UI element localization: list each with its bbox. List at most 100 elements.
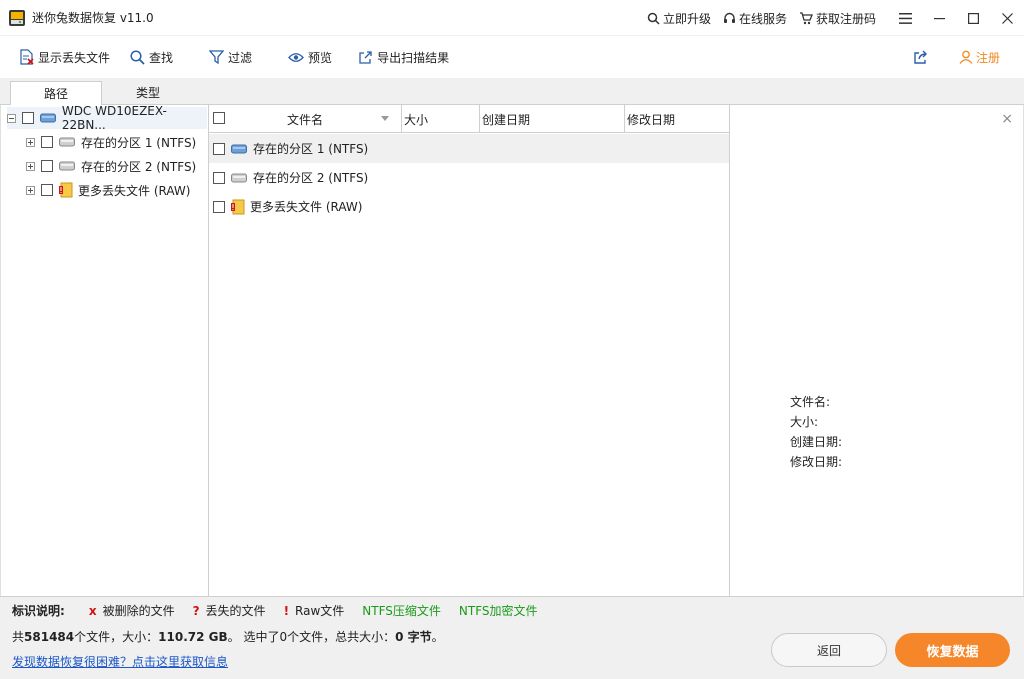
list-item-checkbox[interactable] [213,171,225,184]
list-item[interactable]: 存在的分区 2 (NTFS) [209,163,729,192]
list-item-name: 存在的分区 1 (NTFS) [253,142,369,156]
tree-root-checkbox[interactable] [21,112,34,124]
hamburger-icon [898,12,912,24]
share-icon [914,50,927,64]
tree-item-checkbox[interactable] [41,160,53,172]
summary-selected-mid: 个文件，总共大小： [287,630,396,644]
column-size[interactable]: 大小 [402,105,480,133]
legend-lost-label: 丢失的文件 [205,604,266,618]
register-button[interactable]: 注册 [959,49,1000,66]
expand-icon[interactable] [26,137,35,147]
get-code-label: 获取注册码 [815,11,876,26]
selected-count: 0 [279,630,288,644]
list-item[interactable]: 更多丢失文件 (RAW) [209,192,729,221]
properties-panel: × 文件名: 大小: 创建日期: 修改日期: [730,105,1024,596]
show-lost-files-label: 显示丢失文件 [38,50,111,65]
close-preview-icon[interactable]: × [1001,111,1013,127]
prop-created-label: 创建日期: [790,435,843,449]
prop-modified-label: 修改日期: [790,455,843,469]
close-icon [1001,12,1013,24]
show-lost-files-button[interactable]: 显示丢失文件 [20,42,110,72]
filter-label: 过滤 [228,50,253,65]
tab-bar: 路径 类型 [0,78,1024,106]
partition-icon [231,173,247,182]
tree-item-label: 存在的分区 1 (NTFS) [81,135,197,150]
app-title: 迷你兔数据恢复 v11.0 [32,11,154,25]
app-logo-icon [9,9,25,26]
upgrade-label: 立即升级 [662,11,711,26]
title-bar: 迷你兔数据恢复 v11.0 立即升级 在线服务 获取注册码 [0,0,1024,36]
tree-root-disk[interactable]: WDC WD10EZEX-22BN... [7,104,207,132]
preview-label: 预览 [308,50,333,65]
legend-ntfs-encrypted: NTFS加密文件 [458,604,538,618]
total-size: 110.72 GB [158,630,228,644]
prop-size-label: 大小: [790,415,819,429]
recover-data-button[interactable]: 恢复数据 [895,633,1010,667]
help-link[interactable]: 发现数据恢复很困难？点击这里获取信息 [12,653,228,670]
eye-icon [288,52,304,62]
tree-root-label: WDC WD10EZEX-22BN... [61,104,167,132]
preview-button[interactable]: 预览 [288,42,332,72]
filter-button[interactable]: 过滤 [209,42,252,72]
tab-type[interactable]: 类型 [102,81,194,105]
tree-item-partition-2[interactable]: 存在的分区 2 (NTFS) [26,155,196,177]
tree-panel: WDC WD10EZEX-22BN... 存在的分区 1 (NTFS) 存在的分… [0,104,209,596]
lost-mark-icon: ? [192,603,200,618]
list-item-name: 更多丢失文件 (RAW) [250,200,363,214]
select-all-checkbox[interactable] [213,112,225,124]
scan-summary: 共581484个文件，大小：110.72 GB。 选中了0个文件，总共大小：0 … [12,628,444,645]
tree-item-label: 存在的分区 2 (NTFS) [81,159,197,174]
export-label: 导出扫描结果 [377,50,450,65]
deleted-mark-icon: x [88,603,97,618]
maximize-button[interactable] [956,0,990,36]
collapse-icon[interactable] [7,113,16,123]
partition-icon [59,161,75,171]
online-service-link[interactable]: 在线服务 [723,10,787,27]
list-item[interactable]: 存在的分区 1 (NTFS) [209,134,729,163]
legend-deleted: x 被删除的文件 [89,602,175,619]
summary-files-suffix: 个文件，大小： [74,630,159,644]
column-name[interactable]: 文件名 [209,105,402,133]
expand-icon[interactable] [26,161,35,171]
properties-labels: 文件名: 大小: 创建日期: 修改日期: [790,392,842,472]
summary-selected-prefix: 。 选中了 [227,630,280,644]
column-modified[interactable]: 修改日期 [625,105,729,133]
partition-icon [59,137,75,147]
headset-icon [723,12,735,23]
export-button[interactable]: 导出扫描结果 [358,42,449,72]
summary-prefix: 共 [12,630,25,644]
toolbar: 显示丢失文件 查找 过滤 预览 导出扫描结果 注册 [0,36,1024,78]
user-icon [959,50,973,64]
expand-icon[interactable] [26,185,35,195]
online-service-label: 在线服务 [738,11,787,26]
cart-icon [799,11,813,24]
share-button[interactable] [913,50,929,65]
minimize-icon [933,17,945,19]
tree-item-raw[interactable]: 更多丢失文件 (RAW) [26,179,190,201]
get-code-link[interactable]: 获取注册码 [799,10,876,27]
legend-lost: ? 丢失的文件 [193,602,266,619]
legend-deleted-label: 被删除的文件 [102,604,175,618]
tree-item-checkbox[interactable] [41,136,53,148]
column-created[interactable]: 创建日期 [480,105,625,133]
list-item-checkbox[interactable] [213,200,225,213]
minimize-button[interactable] [922,0,956,36]
menu-button[interactable] [888,0,922,36]
tree-item-checkbox[interactable] [41,184,53,196]
list-item-checkbox[interactable] [213,142,225,155]
tree-item-partition-1[interactable]: 存在的分区 1 (NTFS) [26,131,196,153]
search-icon [130,49,145,65]
file-delete-icon [20,49,34,65]
find-button[interactable]: 查找 [130,42,173,72]
legend-ntfs-compressed: NTFS压缩文件 [362,604,441,618]
legend: 标识说明: x 被删除的文件 ? 丢失的文件 ! Raw文件 NTFS压缩文件 … [12,602,556,619]
close-button[interactable] [990,0,1024,36]
sort-down-icon [381,116,389,121]
legend-raw-label: Raw文件 [295,604,345,618]
status-area: 标识说明: x 被删除的文件 ? 丢失的文件 ! Raw文件 NTFS压缩文件 … [0,596,1024,679]
register-label: 注册 [975,50,1000,65]
upgrade-link[interactable]: 立即升级 [647,10,711,27]
maximize-icon [967,12,979,24]
back-button[interactable]: 返回 [771,633,887,667]
tab-path[interactable]: 路径 [10,81,102,106]
